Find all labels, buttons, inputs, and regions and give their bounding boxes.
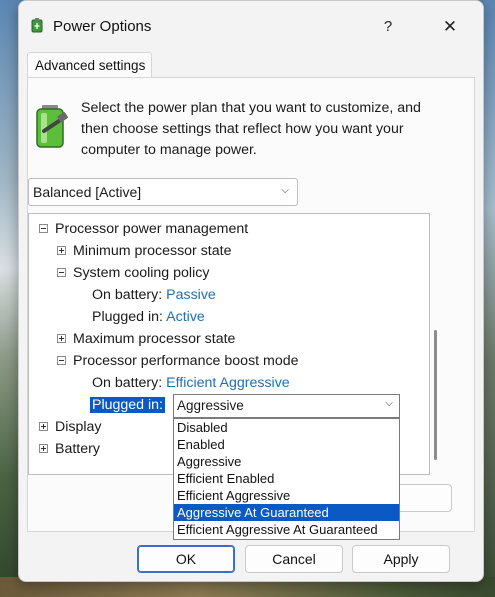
ok-button[interactable]: OK	[137, 545, 235, 573]
close-button[interactable]: ✕	[427, 12, 473, 42]
cooling-on-battery-value[interactable]: Passive	[166, 287, 216, 303]
dropdown-option[interactable]: Efficient Aggressive At Guaranteed	[174, 521, 399, 538]
dropdown-option[interactable]: Disabled	[174, 419, 399, 436]
tree-item-cooling-plugged-in[interactable]: Plugged in: Active	[92, 306, 205, 328]
collapse-icon[interactable]	[57, 268, 66, 277]
tree-item-boost-plugged-in[interactable]: Plugged in:	[90, 394, 165, 416]
power-plan-select[interactable]: Balanced [Active] ⌵	[28, 178, 298, 206]
tab-advanced-settings[interactable]: Advanced settings	[27, 52, 152, 78]
cooling-plugged-in-value[interactable]: Active	[166, 309, 205, 325]
tree-item-system-cooling-policy[interactable]: System cooling policy	[57, 262, 209, 284]
tree-item-display[interactable]: Display	[39, 416, 102, 438]
expand-icon[interactable]	[39, 444, 48, 453]
dropdown-option[interactable]: Efficient Enabled	[174, 470, 399, 487]
boost-plugged-in-select[interactable]: Aggressive ⌵	[173, 394, 400, 418]
tree-item-processor-power-management[interactable]: Processor power management	[39, 218, 248, 240]
description-text: Select the power plan that you want to c…	[81, 100, 421, 158]
boost-plugged-in-selected-value: Aggressive	[177, 398, 244, 413]
cancel-button[interactable]: Cancel	[245, 545, 343, 573]
desktop-background-left	[0, 0, 20, 597]
desktop-background-right	[483, 0, 495, 597]
dropdown-option[interactable]: Aggressive	[174, 453, 399, 470]
boost-on-battery-value[interactable]: Efficient Aggressive	[166, 375, 290, 391]
power-options-app-icon	[31, 18, 43, 33]
tree-scrollbar[interactable]	[434, 330, 437, 460]
window-title: Power Options	[53, 18, 152, 35]
apply-button[interactable]: Apply	[352, 545, 450, 573]
boost-mode-dropdown-list[interactable]: Disabled Enabled Aggressive Efficient En…	[173, 418, 400, 540]
chevron-down-icon: ⌵	[281, 185, 289, 196]
boost-plugged-in-label: Plugged in:	[90, 397, 165, 413]
tree-item-boost-on-battery[interactable]: On battery: Efficient Aggressive	[92, 372, 290, 394]
help-button[interactable]: ?	[365, 12, 411, 42]
collapse-icon[interactable]	[39, 224, 48, 233]
dropdown-option[interactable]: Efficient Aggressive	[174, 487, 399, 504]
power-plan-value: Balanced [Active]	[33, 184, 142, 200]
chevron-down-icon[interactable]: ⌵	[385, 398, 393, 409]
title-bar[interactable]: Power Options ? ✕	[19, 1, 483, 51]
tree-item-minimum-processor-state[interactable]: Minimum processor state	[57, 240, 231, 262]
dropdown-option[interactable]: Enabled	[174, 436, 399, 453]
tree-item-cooling-on-battery[interactable]: On battery: Passive	[92, 284, 216, 306]
expand-icon[interactable]	[39, 422, 48, 431]
tree-item-battery[interactable]: Battery	[39, 438, 100, 460]
restore-defaults-button[interactable]	[392, 484, 452, 512]
collapse-icon[interactable]	[57, 356, 66, 365]
dropdown-option-highlighted[interactable]: Aggressive At Guaranteed	[174, 504, 399, 521]
expand-icon[interactable]	[57, 246, 66, 255]
expand-icon[interactable]	[57, 334, 66, 343]
tree-item-maximum-processor-state[interactable]: Maximum processor state	[57, 328, 235, 350]
battery-plug-icon	[36, 105, 68, 148]
tree-item-processor-performance-boost-mode[interactable]: Processor performance boost mode	[57, 350, 299, 372]
